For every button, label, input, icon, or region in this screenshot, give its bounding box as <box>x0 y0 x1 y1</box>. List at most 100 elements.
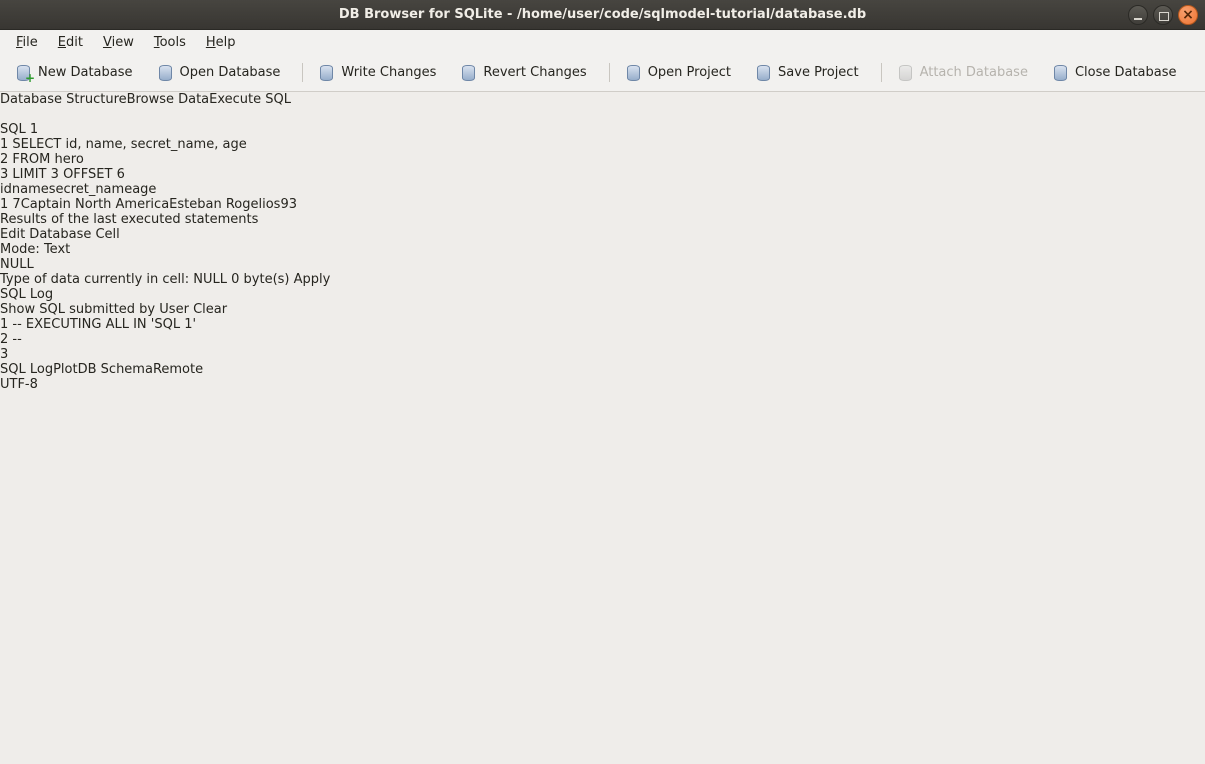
toolbar-button-label: Close Database <box>1075 65 1177 80</box>
statusbar: UTF-8 <box>0 377 1205 392</box>
open-database-button[interactable]: Open Database <box>148 58 296 87</box>
execute-sql-panel: SQL 1 1 SELECT id, name, secret_name, ag… <box>0 107 1205 227</box>
sql-code-editor[interactable]: 1 SELECT id, name, secret_name, age 2 FR… <box>0 137 1205 182</box>
main-toolbar: New Database Open Database Write Changes… <box>0 54 1205 92</box>
log-filter-select[interactable]: User <box>159 302 193 317</box>
code-line: 2 FROM hero <box>0 152 1205 167</box>
menu-tools[interactable]: Tools <box>144 32 196 53</box>
grid-rows: 1 7Captain North AmericaEsteban Rogelios… <box>0 197 1205 212</box>
write-changes-button[interactable]: Write Changes <box>309 58 451 87</box>
code-line-content: SELECT id, name, secret_name, age <box>12 137 246 152</box>
cell-value: NULL <box>0 257 34 272</box>
sql-editor-tab[interactable]: SQL 1 <box>0 122 1205 137</box>
new-database-button[interactable]: New Database <box>6 58 148 87</box>
apply-button: Apply <box>294 272 331 287</box>
toolbar-button-label: Write Changes <box>341 65 436 80</box>
revert-changes-icon <box>460 64 477 81</box>
app-window: DB Browser for SQLite - /home/user/code/… <box>0 0 1205 764</box>
results-message: Results of the last executed statements <box>0 212 258 227</box>
open-project-button[interactable]: Open Project <box>616 58 746 87</box>
log-line: 2 -- <box>0 332 1205 347</box>
code-line-content: FROM hero <box>12 152 83 167</box>
right-pane: Edit Database Cell Mode: Text NULL <box>0 227 1205 377</box>
tab-db-schema[interactable]: DB Schema <box>78 362 153 377</box>
line-number: 3 <box>0 167 8 182</box>
encoding-indicator: UTF-8 <box>0 377 38 392</box>
column-header[interactable]: secret_name <box>49 182 132 197</box>
table-row: 1 7Captain North AmericaEsteban Rogelios… <box>0 197 1205 212</box>
menu-view[interactable]: View <box>93 32 144 53</box>
mode-label: Mode: <box>0 242 40 257</box>
code-token: hero <box>55 152 84 167</box>
grid-cell[interactable]: 7 <box>12 197 20 212</box>
tab-remote[interactable]: Remote <box>153 362 203 377</box>
sql-tab-bar: SQL 1 <box>0 122 1205 137</box>
grid-header-row: idnamesecret_nameage <box>0 182 1205 197</box>
tab-browse-data[interactable]: Browse Data <box>127 92 210 107</box>
open-database-icon <box>157 64 174 81</box>
sql-editor-toolbar <box>0 107 1205 122</box>
new-database-icon <box>15 64 32 81</box>
attach-database-icon <box>897 64 914 81</box>
cell-type-info: Type of data currently in cell: NULL <box>0 272 227 287</box>
grid-header-cells: idnamesecret_nameage <box>0 182 156 197</box>
column-header[interactable]: id <box>0 182 12 197</box>
cell-info-row: Type of data currently in cell: NULL 0 b… <box>0 272 1205 287</box>
write-changes-icon <box>318 64 335 81</box>
tab-sql-log[interactable]: SQL Log <box>0 362 53 377</box>
window-title: DB Browser for SQLite - /home/user/code/… <box>339 7 866 22</box>
row-number[interactable]: 1 <box>0 197 8 212</box>
log-filter-label: Show SQL submitted by <box>0 302 155 317</box>
column-header[interactable]: name <box>12 182 49 197</box>
maximize-icon[interactable] <box>1153 5 1173 25</box>
menu-file[interactable]: File <box>6 32 48 53</box>
save-project-icon <box>755 64 772 81</box>
revert-changes-button[interactable]: Revert Changes <box>451 58 601 87</box>
minimize-icon[interactable] <box>1128 5 1148 25</box>
cell-size-info: 0 byte(s) <box>231 272 289 287</box>
toolbar-button-label: Open Project <box>648 65 731 80</box>
log-filter-value: User <box>159 302 189 317</box>
grid-cell[interactable]: 93 <box>280 197 297 212</box>
log-line-number: 2 <box>0 332 8 347</box>
sql-log-view[interactable]: 1 -- EXECUTING ALL IN 'SQL 1' 2 -- 3 <box>0 317 1205 362</box>
attach-database-button[interactable]: Attach Database <box>888 58 1043 87</box>
log-line: 3 <box>0 347 1205 362</box>
log-text: -- EXECUTING ALL IN 'SQL 1' <box>12 317 196 332</box>
titlebar: DB Browser for SQLite - /home/user/code/… <box>0 0 1205 30</box>
tab-database-structure[interactable]: Database Structure <box>0 92 127 107</box>
code-line: 3 LIMIT 3 OFFSET 6 <box>0 167 1205 182</box>
menu-help[interactable]: Help <box>196 32 246 53</box>
menu-edit[interactable]: Edit <box>48 32 93 53</box>
code-token: 6 <box>117 167 125 182</box>
log-line: 1 -- EXECUTING ALL IN 'SQL 1' <box>0 317 1205 332</box>
code-line: 1 SELECT id, name, secret_name, age <box>0 137 1205 152</box>
cell-editor[interactable]: NULL <box>0 257 1205 272</box>
close-database-icon <box>1052 64 1069 81</box>
code-token: 3 <box>51 167 59 182</box>
log-line-number: 1 <box>0 317 8 332</box>
toolbar-button-label: Save Project <box>778 65 859 80</box>
cell-mode-select[interactable]: Text <box>44 242 74 257</box>
clear-log-button[interactable]: Clear <box>193 302 227 317</box>
open-project-icon <box>625 64 642 81</box>
main-tab-bar: Database StructureBrowse DataExecute SQL <box>0 92 1205 107</box>
menubar: FileEditViewToolsHelp <box>0 30 1205 54</box>
code-token: LIMIT <box>12 167 46 182</box>
left-pane: Database StructureBrowse DataExecute SQL <box>0 92 1205 227</box>
column-header[interactable]: age <box>132 182 156 197</box>
tab-plot[interactable]: Plot <box>53 362 78 377</box>
save-project-button[interactable]: Save Project <box>746 58 874 87</box>
code-token: SELECT <box>12 137 61 152</box>
tab-execute-sql[interactable]: Execute SQL <box>209 92 291 107</box>
toolbar-button-label: Open Database <box>180 65 281 80</box>
toolbar-button-label: Attach Database <box>920 65 1028 80</box>
grid-cell[interactable]: Esteban Rogelios <box>169 197 280 212</box>
line-number: 1 <box>0 137 8 152</box>
close-database-button[interactable]: Close Database <box>1043 58 1192 87</box>
window-controls <box>1128 5 1198 25</box>
mode-value: Text <box>44 242 70 257</box>
close-icon[interactable] <box>1178 5 1198 25</box>
grid-cell[interactable]: Captain North America <box>21 197 169 212</box>
bottom-tab-bar: SQL LogPlotDB SchemaRemote <box>0 362 1205 377</box>
